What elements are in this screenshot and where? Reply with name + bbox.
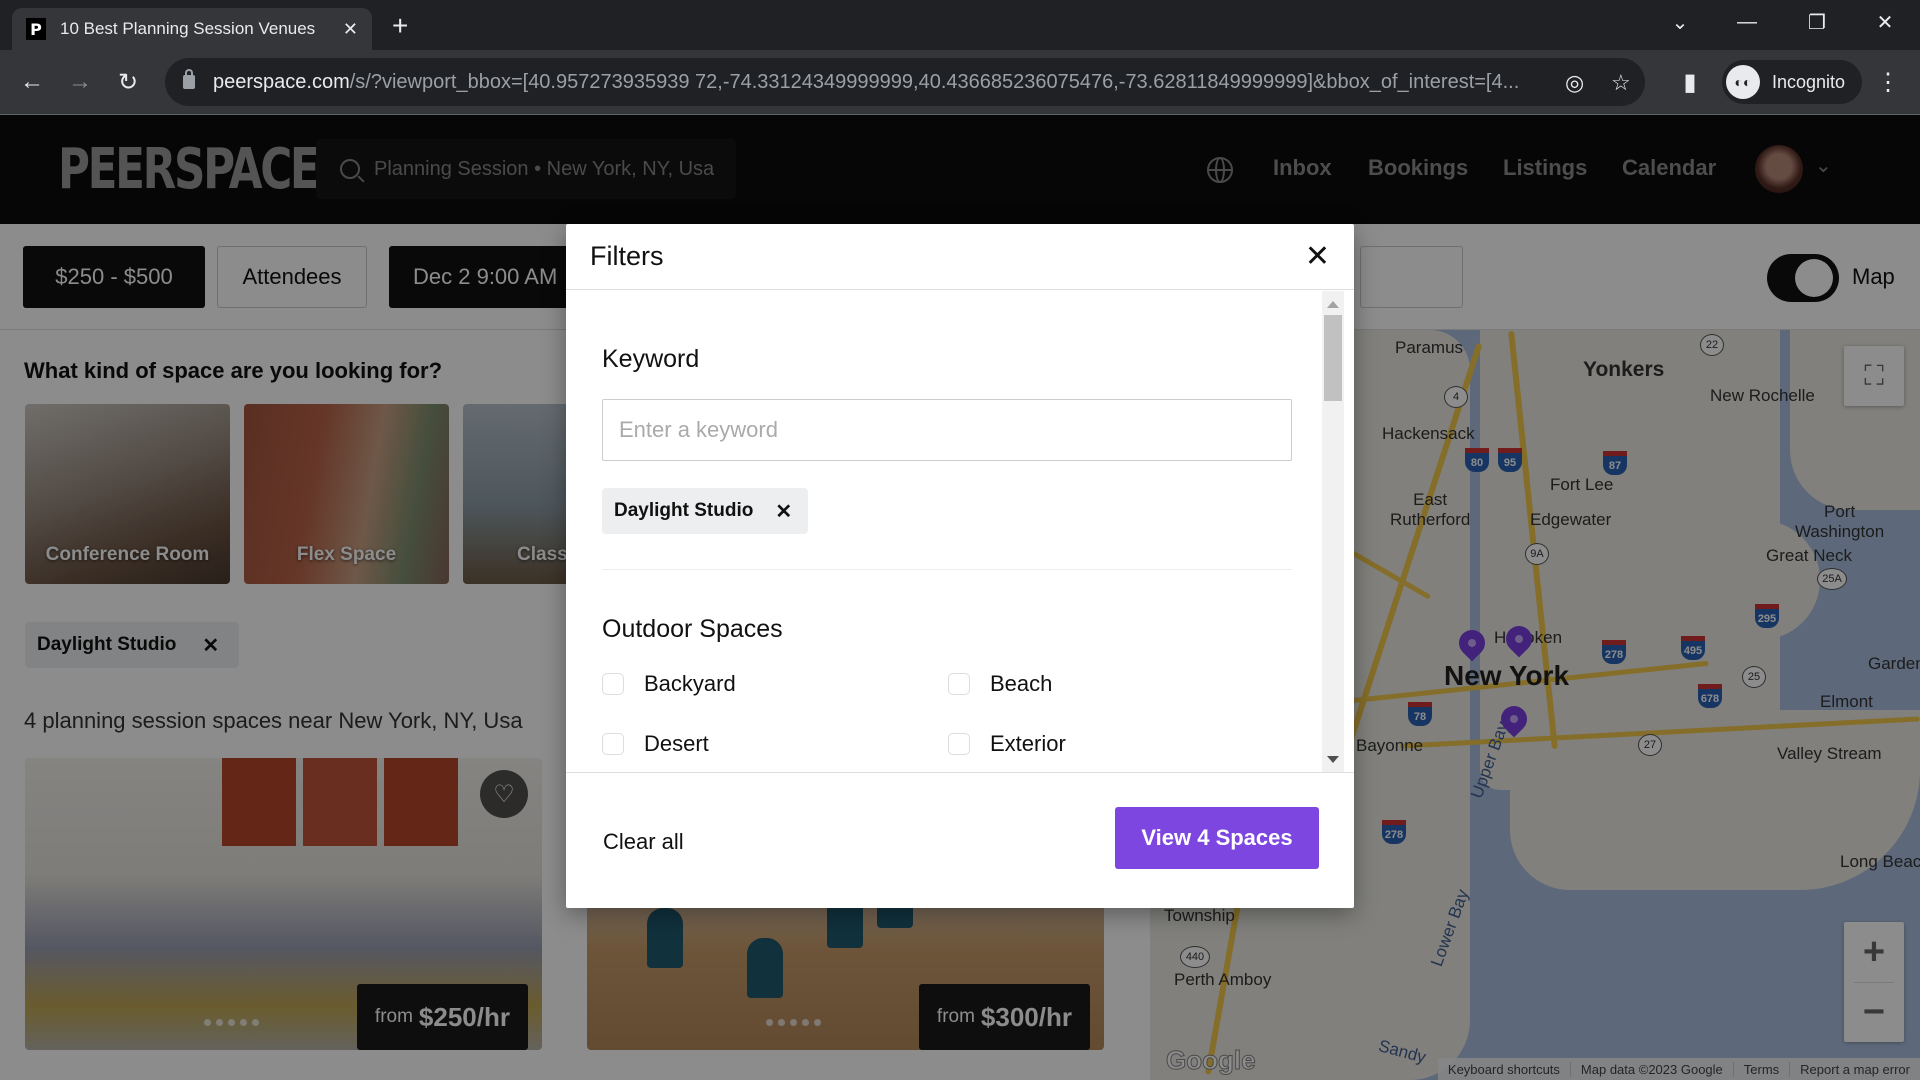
tracking-eye-off-icon[interactable]: ◎ <box>1565 70 1584 96</box>
scroll-down-arrow-icon[interactable] <box>1327 756 1339 763</box>
modal-scrollbar[interactable] <box>1322 291 1344 772</box>
lock-icon <box>183 69 195 89</box>
close-icon[interactable]: ✕ <box>1305 239 1330 274</box>
scrollbar-thumb[interactable] <box>1324 315 1342 401</box>
scroll-up-arrow-icon[interactable] <box>1327 301 1339 308</box>
restore-icon[interactable]: ❐ <box>1782 0 1852 44</box>
checkbox-box[interactable] <box>948 673 970 695</box>
modal-title: Filters <box>590 241 664 271</box>
checkbox-exterior[interactable]: Exterior <box>948 731 1066 757</box>
modal-body: Keyword Daylight Studio ✕ Outdoor Spaces… <box>566 291 1354 773</box>
remove-keyword-icon[interactable]: ✕ <box>775 499 792 524</box>
checkbox-label: Beach <box>990 671 1053 696</box>
modal-footer: Clear all View 4 Spaces <box>566 773 1354 908</box>
keyword-label: Keyword <box>602 345 700 373</box>
checkbox-backyard[interactable]: Backyard <box>602 671 736 697</box>
incognito-badge[interactable]: ◐◐ Incognito <box>1722 60 1862 104</box>
browser-tab-strip: P 10 Best Planning Session Venues ✕ + ⌄ … <box>0 0 1920 50</box>
checkbox-label: Desert <box>644 731 709 756</box>
browser-toolbar: ← → ↻ peerspace.com/s/?viewport_bbox=[40… <box>0 50 1920 115</box>
tab-close-icon[interactable]: ✕ <box>343 19 358 40</box>
url-text[interactable]: peerspace.com/s/?viewport_bbox=[40.95727… <box>213 71 1573 94</box>
incognito-icon: ◐◐ <box>1726 65 1760 99</box>
peerspace-favicon-icon: P <box>26 18 46 40</box>
modal-header: Filters ✕ <box>566 224 1354 290</box>
keyword-chip-label: Daylight Studio <box>614 500 754 521</box>
new-tab-button[interactable]: + <box>392 10 408 42</box>
back-icon[interactable]: ← <box>14 64 50 100</box>
checkbox-box[interactable] <box>602 673 624 695</box>
checkbox-label: Exterior <box>990 731 1066 756</box>
keyword-chip[interactable]: Daylight Studio ✕ <box>602 488 809 534</box>
section-divider <box>602 569 1292 570</box>
clear-all-button[interactable]: Clear all <box>603 829 684 855</box>
address-bar[interactable]: peerspace.com/s/?viewport_bbox=[40.95727… <box>165 58 1645 106</box>
bookmark-star-icon[interactable]: ☆ <box>1611 70 1631 96</box>
browser-menu-icon[interactable]: ⋮ <box>1870 64 1906 100</box>
checkbox-desert[interactable]: Desert <box>602 731 709 757</box>
tab-search-icon[interactable]: ⌄ <box>1645 0 1715 44</box>
view-spaces-button[interactable]: View 4 Spaces <box>1115 807 1319 869</box>
incognito-label: Incognito <box>1772 71 1846 92</box>
checkbox-beach[interactable]: Beach <box>948 671 1052 697</box>
checkbox-box[interactable] <box>602 733 624 755</box>
outdoor-spaces-label: Outdoor Spaces <box>602 615 783 643</box>
filters-modal: Filters ✕ Keyword Daylight Studio ✕ Outd… <box>566 224 1354 908</box>
window-close-icon[interactable]: ✕ <box>1850 0 1920 44</box>
browser-tab[interactable]: P 10 Best Planning Session Venues ✕ <box>12 8 372 50</box>
side-panel-icon[interactable]: ▮ <box>1672 64 1708 100</box>
keyword-input[interactable] <box>602 399 1292 461</box>
minimize-icon[interactable]: — <box>1712 0 1782 44</box>
tab-title: 10 Best Planning Session Venues <box>60 19 316 38</box>
checkbox-label: Backyard <box>644 671 736 696</box>
reload-icon[interactable]: ↻ <box>110 64 146 100</box>
checkbox-box[interactable] <box>948 733 970 755</box>
forward-icon[interactable]: → <box>62 64 98 100</box>
